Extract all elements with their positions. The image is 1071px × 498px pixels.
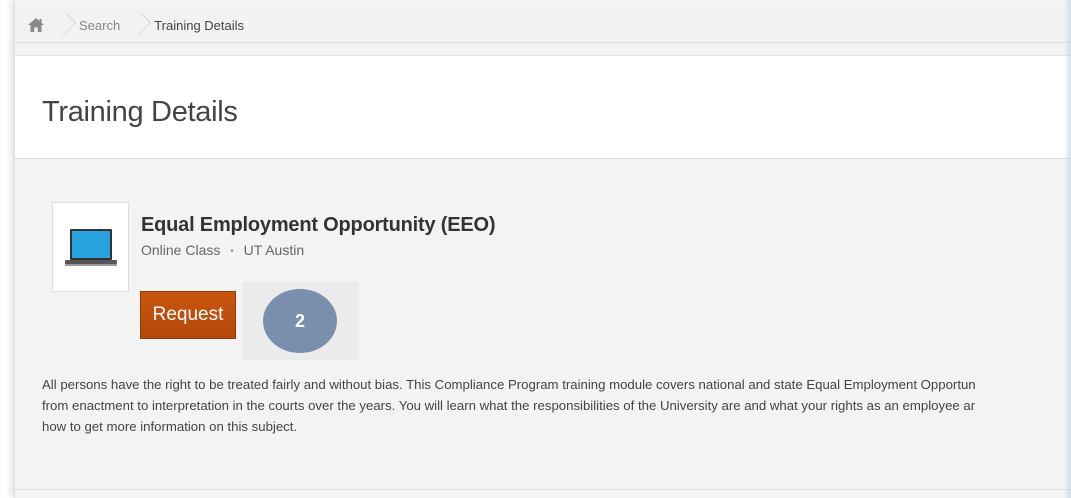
header-panel: Training Details: [15, 55, 1071, 159]
course-type: Online Class: [141, 242, 221, 258]
course-description: All persons have the right to be treated…: [42, 374, 1071, 437]
description-line: from enactment to interpretation in the …: [42, 398, 976, 413]
home-icon: [28, 18, 44, 32]
description-line: All persons have the right to be treated…: [42, 377, 976, 392]
request-button[interactable]: Request: [140, 291, 236, 339]
window-edge: [1064, 0, 1071, 498]
course-title[interactable]: Equal Employment Opportunity (EEO): [141, 214, 496, 237]
course-thumbnail: [52, 202, 129, 292]
divider: [15, 489, 1071, 490]
laptop-icon: [64, 229, 117, 266]
breadcrumb-separator: [57, 8, 67, 42]
step-badge: 2: [263, 289, 337, 353]
description-line: how to get more information on this subj…: [42, 419, 298, 434]
course-provider: UT Austin: [243, 242, 305, 258]
step-annotation: 2: [243, 282, 359, 360]
breadcrumb-training-details: Training Details: [154, 17, 245, 33]
page-title: Training Details: [42, 96, 238, 128]
breadcrumb-separator: [132, 8, 142, 42]
breadcrumb: Search Training Details: [15, 8, 1071, 43]
course-meta: Online Class • UT Austin: [141, 242, 304, 258]
breadcrumb-search[interactable]: Search: [67, 18, 132, 33]
breadcrumb-home[interactable]: [15, 8, 57, 42]
course-detail: Equal Employment Opportunity (EEO) Onlin…: [15, 158, 1071, 490]
main-frame: Search Training Details Training Details…: [14, 0, 1071, 498]
separator-dot: •: [230, 245, 234, 257]
